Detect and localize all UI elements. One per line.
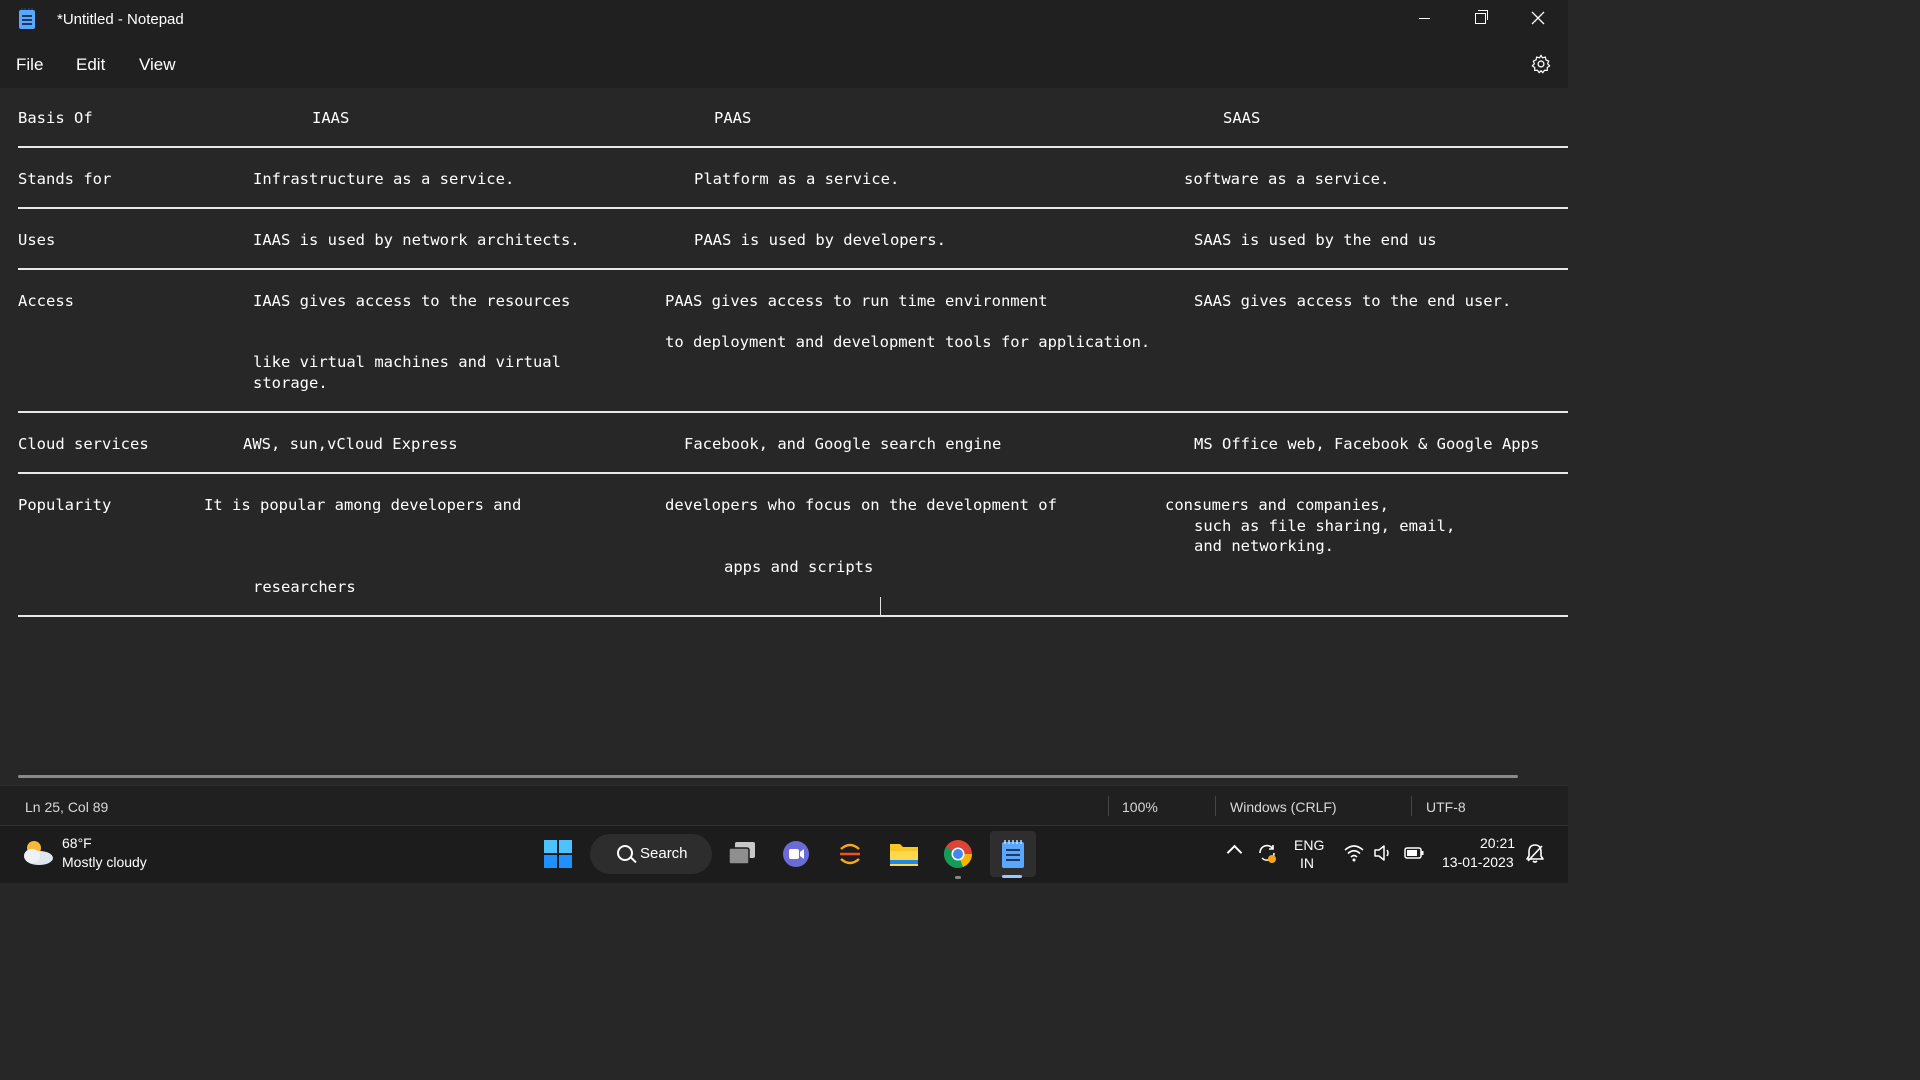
cell-access-saas: SAAS gives access to the end user. [1194,292,1512,310]
cell-popularity-saas-line1: consumers and companies, [1165,496,1389,514]
notepad-icon [1002,840,1024,868]
row-divider [18,207,1568,209]
cell-popularity-iaas-line2: researchers [253,578,356,596]
file-explorer-button[interactable] [886,836,922,872]
cell-popularity-iaas-line1: It is popular among developers and [204,496,522,514]
cell-popularity-saas-line2: such as file sharing, email, [1194,517,1456,535]
cell-stands-for-paas: Platform as a service. [694,170,900,188]
line-ending[interactable]: Windows (CRLF) [1230,799,1337,815]
row-divider [18,615,1568,617]
clock-time[interactable]: 20:21 [1480,835,1515,851]
cell-cloud-saas: MS Office web, Facebook & Google Apps [1194,435,1540,453]
chrome-icon [944,840,972,868]
cell-access-iaas-line2: like virtual machines and virtual [253,353,561,371]
cell-uses-saas: SAAS is used by the end us [1194,231,1437,249]
notification-icon[interactable] [1524,842,1546,864]
menu-bar: File Edit View [0,40,1568,88]
taskbar: 68°F Mostly cloudy Search ENG IN 20:21 1… [0,825,1568,883]
row-label-popularity: Popularity [18,496,112,514]
language-region[interactable]: IN [1300,855,1314,871]
cursor-position: Ln 25, Col 89 [25,799,109,815]
header-iaas: IAAS [312,109,350,127]
row-label-access: Access [18,292,74,310]
cell-uses-iaas: IAAS is used by network architects. [253,231,580,249]
title-bar: *Untitled - Notepad [0,0,1568,40]
status-divider [1108,796,1109,816]
task-view-icon [728,842,755,865]
header-saas: SAAS [1223,109,1261,127]
task-view-button[interactable] [724,836,760,872]
clock-date[interactable]: 13-01-2023 [1442,854,1514,870]
cell-cloud-paas: Facebook, and Google search engine [684,435,1002,453]
running-indicator [955,876,961,879]
cell-popularity-saas-line3: and networking. [1194,537,1334,555]
active-app-indicator [1002,875,1022,878]
file-explorer-icon [890,844,918,866]
status-divider [1411,796,1412,816]
row-divider [18,411,1568,413]
media-app-button[interactable] [832,836,868,872]
cell-access-iaas-line1: IAAS gives access to the resources [253,292,571,310]
status-bar: Ln 25, Col 89 100% Windows (CRLF) UTF-8 [0,785,1568,826]
row-label-stands-for: Stands for [18,170,112,188]
menu-file[interactable]: File [16,55,43,75]
restore-button[interactable] [1452,0,1508,36]
minimize-icon [1418,17,1430,19]
chat-button[interactable] [778,836,814,872]
wifi-icon[interactable] [1343,842,1365,864]
start-icon [544,840,572,868]
chat-icon [783,841,809,867]
close-icon [1531,11,1545,25]
battery-icon[interactable] [1403,842,1425,864]
menu-edit[interactable]: Edit [76,55,105,75]
language-indicator[interactable]: ENG [1294,837,1324,853]
text-caret [880,597,881,617]
header-paas: PAAS [714,109,752,127]
cell-stands-for-saas: software as a service. [1184,170,1390,188]
close-button[interactable] [1510,0,1566,36]
row-label-uses: Uses [18,231,56,249]
row-divider [18,268,1568,270]
taskbar-search[interactable]: Search [590,834,712,874]
volume-icon[interactable] [1372,842,1394,864]
encoding[interactable]: UTF-8 [1426,799,1466,815]
zoom-level[interactable]: 100% [1122,799,1158,815]
horizontal-scrollbar[interactable] [18,775,1518,778]
notepad-app-icon [19,8,35,29]
cell-access-iaas-line3: storage. [253,374,328,392]
notepad-taskbar-button[interactable] [990,831,1036,877]
window-title: *Untitled - Notepad [57,11,184,28]
cell-access-paas-line2: to deployment and development tools for … [665,333,1151,351]
chevron-up-icon[interactable] [1226,844,1243,861]
cell-cloud-iaas: AWS, sun,vCloud Express [243,435,458,453]
text-editor[interactable]: Basis Of IAAS PAAS SAAS Stands for Infra… [0,88,1568,785]
minimize-button[interactable] [1396,0,1452,36]
chrome-button[interactable] [940,836,976,872]
media-app-icon [840,843,860,865]
row-divider [18,146,1568,148]
row-label-cloud-services: Cloud services [18,435,149,453]
restore-icon [1474,9,1488,24]
cell-stands-for-iaas: Infrastructure as a service. [253,170,515,188]
header-basis: Basis Of [18,109,93,127]
search-icon [617,845,633,861]
cell-popularity-paas-line2: apps and scripts [724,558,874,576]
row-divider [18,472,1568,474]
weather-temperature[interactable]: 68°F [62,835,92,851]
cell-access-paas-line1: PAAS gives access to run time environmen… [665,292,1048,310]
status-divider [1215,796,1216,816]
cell-uses-paas: PAAS is used by developers. [694,231,946,249]
start-button[interactable] [540,836,576,872]
search-label: Search [640,845,688,862]
weather-description[interactable]: Mostly cloudy [62,854,147,870]
sync-icon[interactable] [1256,842,1278,864]
cell-popularity-paas-line1: developers who focus on the development … [665,496,1057,514]
weather-icon[interactable] [20,837,56,869]
menu-view[interactable]: View [139,55,176,75]
settings-gear-icon[interactable] [1530,53,1552,75]
